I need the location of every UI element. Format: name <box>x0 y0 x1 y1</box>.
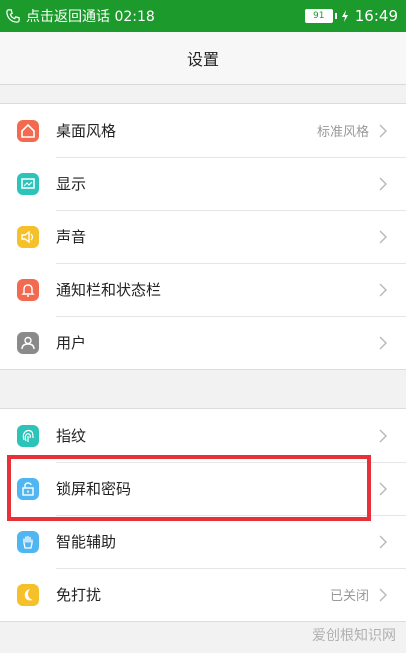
chevron-right-icon <box>379 535 387 548</box>
settings-group-1: 桌面风格 标准风格 显示 声音 通知栏和状态栏 用户 <box>0 103 406 370</box>
settings-item-lock-screen-password[interactable]: 锁屏和密码 <box>0 462 406 515</box>
settings-item-value: 已关闭 <box>329 589 369 604</box>
settings-item-label: 智能辅助 <box>56 533 117 551</box>
user-icon <box>17 331 39 354</box>
battery-level: 91 <box>313 11 325 21</box>
settings-item-label: 声音 <box>56 228 87 246</box>
settings-item-smart-assist[interactable]: 智能辅助 <box>0 515 406 568</box>
moon-icon <box>17 583 39 606</box>
lock-icon <box>17 477 39 500</box>
watermark: 爱创根知识网 <box>312 628 396 644</box>
chevron-right-icon <box>379 482 387 495</box>
chevron-right-icon <box>379 429 387 442</box>
settings-item-sound[interactable]: 声音 <box>0 210 406 263</box>
chevron-right-icon <box>379 336 387 349</box>
sound-icon <box>17 225 39 248</box>
chevron-right-icon <box>379 283 387 296</box>
desktop-icon <box>17 119 39 142</box>
display-icon <box>17 172 39 195</box>
fingerprint-icon <box>17 424 39 447</box>
settings-item-label: 通知栏和状态栏 <box>56 281 162 299</box>
settings-item-label: 用户 <box>56 334 87 352</box>
settings-item-value: 标准风格 <box>316 125 369 140</box>
settings-item-fingerprint[interactable]: 指纹 <box>0 409 406 462</box>
charging-icon <box>341 10 348 22</box>
settings-item-label: 桌面风格 <box>56 122 117 140</box>
battery-cap <box>334 13 337 19</box>
chevron-right-icon <box>379 588 387 601</box>
status-right: 91 16:49 <box>304 7 398 25</box>
settings-item-do-not-disturb[interactable]: 免打扰 已关闭 <box>0 568 406 621</box>
chevron-right-icon <box>379 124 387 137</box>
hand-icon <box>17 530 39 553</box>
clock: 16:49 <box>354 7 398 25</box>
settings-item-label: 锁屏和密码 <box>56 480 132 498</box>
settings-group-2: 指纹 锁屏和密码 智能辅助 免打扰 已关闭 <box>0 408 406 622</box>
chevron-right-icon <box>379 177 387 190</box>
status-bar[interactable]: 点击返回通话 02:18 91 16:49 <box>0 0 406 32</box>
settings-item-label: 免打扰 <box>56 586 102 604</box>
call-return-text[interactable]: 点击返回通话 02:18 <box>26 6 155 26</box>
settings-item-label: 指纹 <box>56 427 87 445</box>
chevron-right-icon <box>379 230 387 243</box>
settings-item-user[interactable]: 用户 <box>0 316 406 369</box>
settings-item-desktop-style[interactable]: 桌面风格 标准风格 <box>0 104 406 157</box>
page-title: 设置 <box>186 50 219 69</box>
bell-icon <box>17 278 39 301</box>
phone-icon <box>6 9 20 23</box>
battery-icon: 91 <box>304 9 333 23</box>
settings-item-notification-bar[interactable]: 通知栏和状态栏 <box>0 263 406 316</box>
title-bar: 设置 <box>0 32 406 85</box>
settings-item-display[interactable]: 显示 <box>0 157 406 210</box>
settings-item-label: 显示 <box>56 175 87 193</box>
